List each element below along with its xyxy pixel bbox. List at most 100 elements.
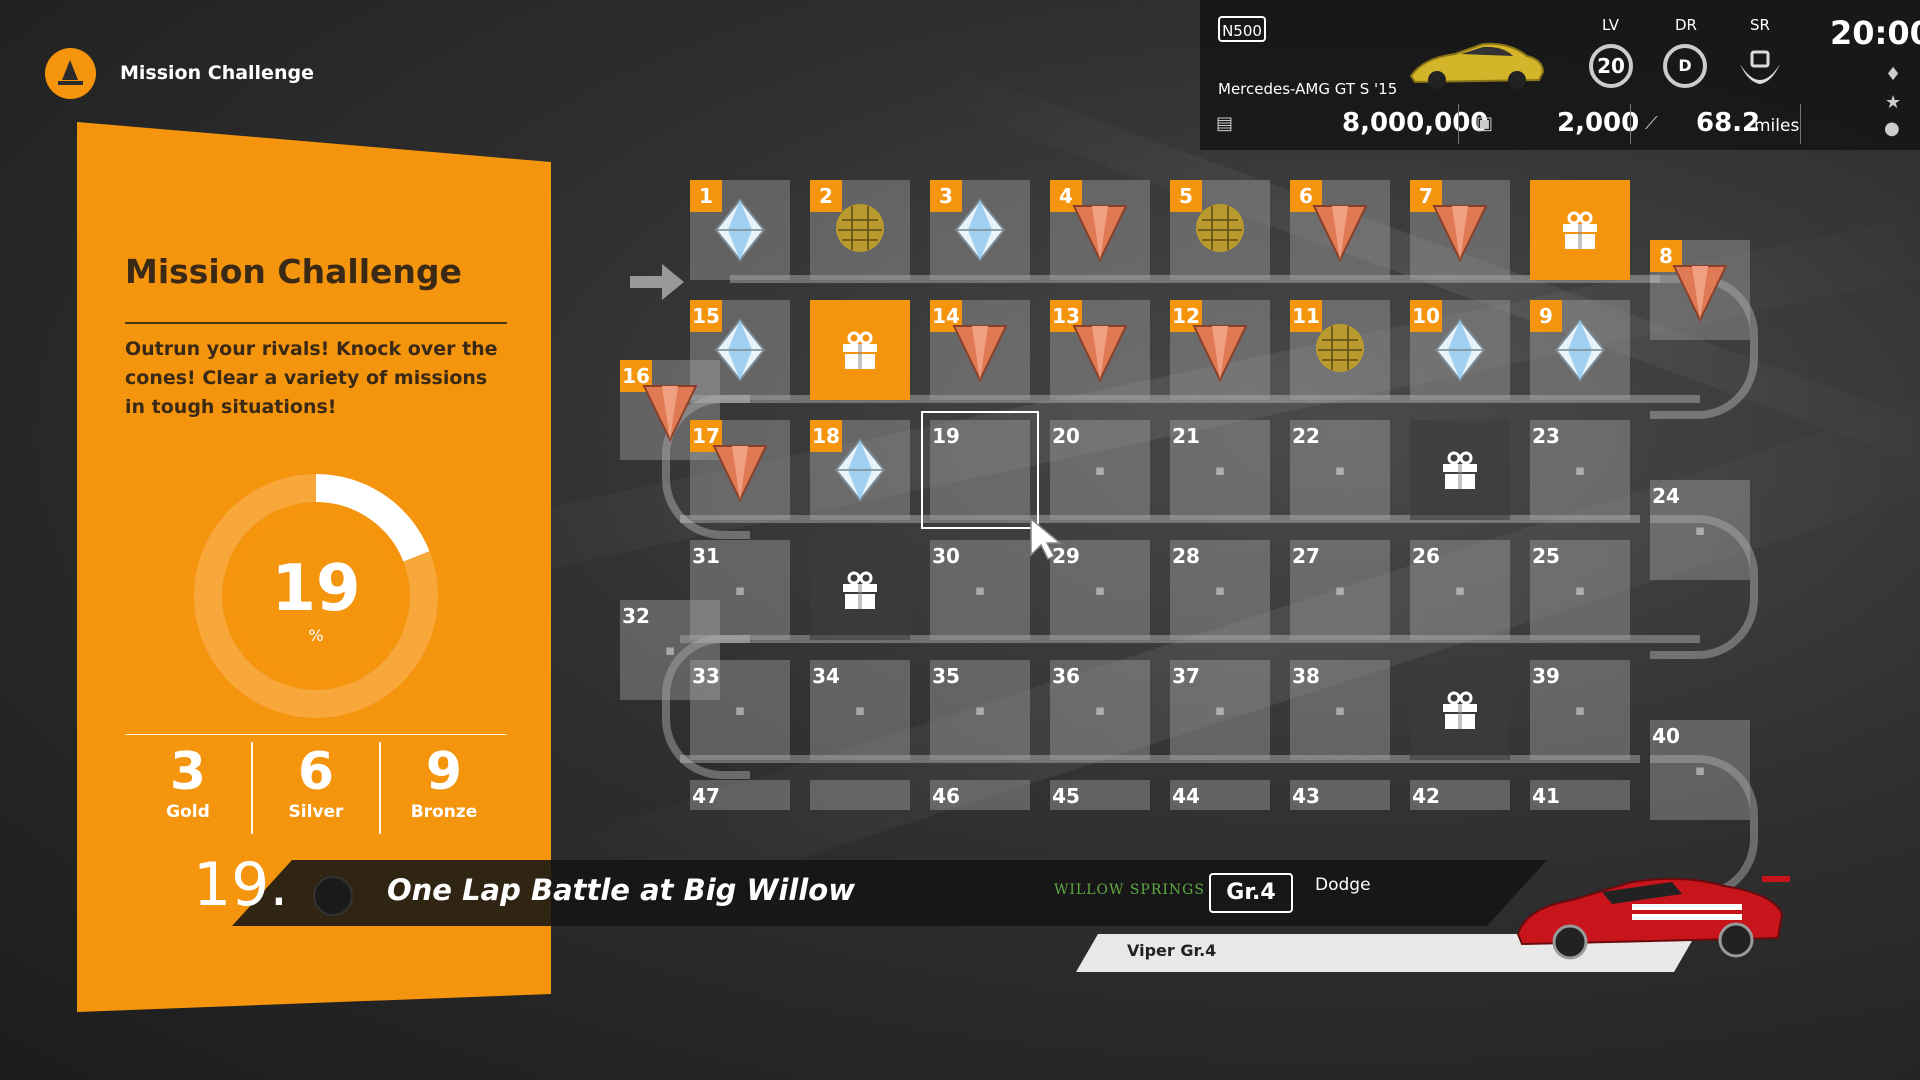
mission-number: 23 (1532, 424, 1560, 448)
mission-number: 33 (692, 664, 720, 688)
mission-tile[interactable]: 46 (930, 780, 1030, 810)
mission-tile[interactable]: 11 (1290, 300, 1390, 400)
mission-tile[interactable]: 7 (1410, 180, 1510, 280)
gold-medal-icon (1316, 324, 1364, 372)
mission-tile[interactable]: 30 ▪ (930, 540, 1030, 640)
lock-icon: ▪ (734, 581, 746, 599)
gift-tile[interactable] (810, 300, 910, 400)
mission-tile[interactable]: 40 ▪ (1650, 720, 1750, 820)
gift-icon (843, 571, 877, 609)
bronze-label: Bronze (410, 802, 478, 822)
mission-tile[interactable]: 34 ▪ (810, 660, 910, 760)
car-thumbnail[interactable] (1405, 36, 1547, 92)
sportsmanship-label: SR (1750, 16, 1770, 34)
car-model-name: Viper Gr.4 (1127, 941, 1217, 960)
lock-icon: ▪ (1334, 581, 1346, 599)
lock-icon: ▪ (1334, 461, 1346, 479)
track-logo: WILLOW SPRINGS (1054, 882, 1205, 898)
mission-tile[interactable]: 2 (810, 180, 910, 280)
mission-tile[interactable]: 47 (690, 780, 790, 810)
mission-number: 25 (1532, 544, 1560, 568)
panel-title: Mission Challenge (125, 252, 462, 291)
silver-label: Silver (288, 802, 344, 822)
mission-tile[interactable]: 41 (1530, 780, 1630, 810)
mission-tile[interactable]: 6 (1290, 180, 1390, 280)
mission-tile[interactable]: 8 (1650, 240, 1750, 340)
gift-icon (1443, 691, 1477, 729)
bronze-medal-icon (1432, 205, 1488, 263)
gift-tile[interactable] (1410, 420, 1510, 520)
mission-tile[interactable]: 14 (930, 300, 1030, 400)
car-class-badge: N500 (1218, 16, 1266, 42)
mission-tile[interactable]: 4 (1050, 180, 1150, 280)
mission-tile[interactable]: 1 (690, 180, 790, 280)
mission-number: 39 (1532, 664, 1560, 688)
driver-rating-icon: D (1663, 44, 1707, 88)
mission-tile[interactable]: 37 ▪ (1170, 660, 1270, 760)
gold-count: 3 Gold (125, 742, 251, 822)
gift-tile[interactable] (1530, 180, 1630, 280)
mission-number: 46 (932, 784, 960, 808)
panel-divider (125, 322, 507, 324)
mission-tile[interactable]: 33 ▪ (690, 660, 790, 760)
mission-number: 27 (1292, 544, 1320, 568)
mission-tile[interactable]: 43 (1290, 780, 1390, 810)
mission-tile[interactable]: 3 (930, 180, 1030, 280)
category-badge: Gr.4 (1209, 873, 1293, 913)
mission-tile[interactable]: 13 (1050, 300, 1150, 400)
mission-number: 47 (692, 784, 720, 808)
silver-value: 6 (297, 742, 335, 802)
lock-icon: ▪ (1454, 581, 1466, 599)
credits-icon: ▤ (1216, 113, 1234, 134)
mission-number: 19 (932, 424, 960, 448)
mission-tile[interactable]: 9 (1530, 300, 1630, 400)
mission-tile[interactable]: 29 ▪ (1050, 540, 1150, 640)
lock-icon: ▪ (1574, 581, 1586, 599)
mission-number: 26 (1412, 544, 1440, 568)
lock-icon: ▪ (664, 641, 676, 659)
mission-tile[interactable]: 27 ▪ (1290, 540, 1390, 640)
bronze-medal-icon (1672, 265, 1728, 323)
mission-tile[interactable]: 38 ▪ (1290, 660, 1390, 760)
lock-icon: ▪ (1094, 701, 1106, 719)
mission-tile[interactable]: 23 ▪ (1530, 420, 1630, 520)
mission-tile[interactable]: 24 ▪ (1650, 480, 1750, 580)
mission-tile[interactable]: 22 ▪ (1290, 420, 1390, 520)
level-ring: 20 (1589, 44, 1633, 88)
mission-tile[interactable]: 26 ▪ (1410, 540, 1510, 640)
mission-tile[interactable]: 45 (1050, 780, 1150, 810)
mission-tile[interactable]: 12 (1170, 300, 1270, 400)
mission-tile[interactable]: 28 ▪ (1170, 540, 1270, 640)
mission-number: 20 (1052, 424, 1080, 448)
mission-tile[interactable]: 25 ▪ (1530, 540, 1630, 640)
mission-tile[interactable]: 36 ▪ (1050, 660, 1150, 760)
favorite-icon[interactable]: ★ (1885, 92, 1901, 113)
mission-tile[interactable]: 5 (1170, 180, 1270, 280)
gift-icon (1443, 451, 1477, 489)
mission-tile[interactable]: 42 (1410, 780, 1510, 810)
gift-icon (843, 331, 877, 369)
mission-tile[interactable]: 18 (810, 420, 910, 520)
distance-icon: ⟋ (1645, 113, 1658, 134)
lock-icon: ▪ (734, 701, 746, 719)
mission-tile[interactable]: 21 ▪ (1170, 420, 1270, 520)
mission-tile[interactable]: 39 ▪ (1530, 660, 1630, 760)
mission-tile[interactable] (810, 780, 910, 810)
current-car-name: Mercedes-AMG GT S '15 (1218, 80, 1398, 98)
status-separator (1630, 104, 1631, 144)
mission-tile[interactable]: 17 (690, 420, 790, 520)
silver-medal-icon (1434, 318, 1486, 382)
mission-number: 21 (1172, 424, 1200, 448)
gift-tile[interactable] (1410, 660, 1510, 760)
mission-tile[interactable]: 44 (1170, 780, 1270, 810)
silver-medal-icon (954, 198, 1006, 262)
mission-tile[interactable]: 35 ▪ (930, 660, 1030, 760)
mission-tile[interactable]: 10 (1410, 300, 1510, 400)
notification-icon[interactable]: ♦ (1885, 64, 1901, 85)
event-car-image[interactable] (1512, 864, 1792, 960)
friends-icon[interactable]: ● (1884, 118, 1900, 139)
mission-tile[interactable]: 20 ▪ (1050, 420, 1150, 520)
gift-tile[interactable] (810, 540, 910, 640)
silver-count: 6 Silver (253, 742, 379, 822)
mission-tile[interactable]: 19 (921, 411, 1039, 529)
